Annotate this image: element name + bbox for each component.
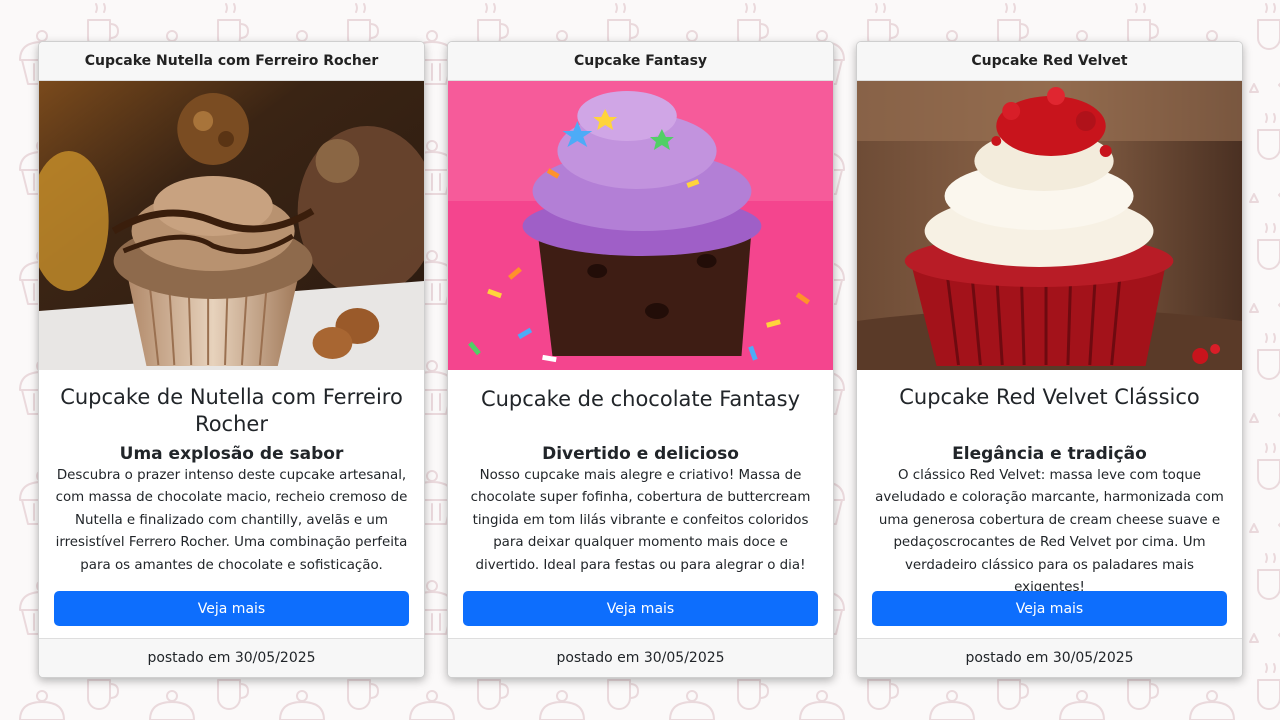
cupcake-red-velvet-image [857,81,1242,370]
veja-mais-button[interactable]: Veja mais [463,591,818,626]
veja-mais-button[interactable]: Veja mais [872,591,1227,626]
card-footer-date: postado em 30/05/2025 [39,638,424,677]
card-body: Cupcake de chocolate Fantasy Divertido e… [448,370,833,640]
card-description: Nosso cupcake mais alegre e criativo! Ma… [470,468,811,573]
card-description: O clássico Red Velvet: massa leve com to… [875,468,1224,596]
card-fantasy: Cupcake Fantasy Cupcake de chocolate Fan… [447,41,834,678]
card-header: Cupcake Fantasy [448,42,833,81]
card-body: Cupcake de Nutella com Ferreiro Rocher U… [39,370,424,640]
card-red-velvet: Cupcake Red Velvet Cupcake Red Velvet Cl… [856,41,1243,678]
card-title: Cupcake de Nutella com Ferreiro Rocher [60,385,403,436]
card-subtitle: Uma explosão de sabor [119,444,344,464]
cupcake-fantasy-image [448,81,833,370]
card-title: Cupcake de chocolate Fantasy [480,387,801,411]
card-description: Descubra o prazer intenso deste cupcake … [55,468,408,573]
card-subtitle: Divertido e delicioso [542,444,739,464]
card-title: Cupcake Red Velvet Clássico [899,385,1200,409]
card-footer-date: postado em 30/05/2025 [448,638,833,677]
card-header: Cupcake Red Velvet [857,42,1242,81]
cupcake-nutella-ferrero-image [39,81,424,370]
card-nutella: Cupcake Nutella com Ferreiro Rocher Cupc… [38,41,425,678]
card-footer-date: postado em 30/05/2025 [857,638,1242,677]
veja-mais-button[interactable]: Veja mais [54,591,409,626]
card-subtitle: Elegância e tradição [952,444,1147,464]
card-body: Cupcake Red Velvet Clássico Elegância e … [857,370,1242,640]
card-header: Cupcake Nutella com Ferreiro Rocher [39,42,424,81]
